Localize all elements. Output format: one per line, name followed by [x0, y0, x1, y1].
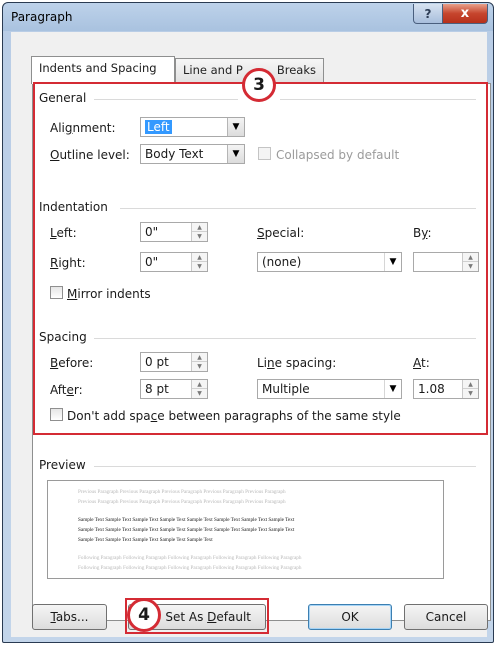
outline-level-value: Body Text — [145, 147, 204, 161]
section-general-heading: General — [39, 91, 87, 105]
dont-add-space-label: Don't add space between paragraphs of th… — [67, 409, 401, 423]
spin-up-icon[interactable]: ▲ — [192, 380, 207, 389]
left-indent-value: 0" — [145, 225, 159, 239]
line-spacing-dropdown[interactable]: Multiple ▼ — [257, 379, 402, 399]
at-spinner[interactable]: 1.08 ▲ ▼ — [413, 379, 479, 399]
section-divider — [94, 99, 238, 100]
close-icon: x — [460, 6, 470, 21]
tab-label-left: Line and P — [183, 63, 243, 77]
chevron-down-icon[interactable]: ▼ — [384, 253, 401, 271]
dont-add-space-checkbox[interactable] — [50, 408, 63, 421]
outline-level-dropdown[interactable]: Body Text ▼ — [140, 144, 245, 164]
spin-down-icon[interactable]: ▼ — [192, 262, 207, 271]
right-indent-spinner[interactable]: 0" ▲ ▼ — [140, 252, 208, 272]
spinner-arrows[interactable]: ▲ ▼ — [191, 353, 207, 371]
spinner-arrows[interactable]: ▲ ▼ — [191, 380, 207, 398]
step-marker-4: 4 — [127, 598, 161, 632]
preview-previous-line: Previous Paragraph Previous Paragraph Pr… — [78, 499, 286, 505]
section-divider — [280, 99, 476, 100]
dialog-title: Paragraph — [11, 10, 73, 24]
collapsed-by-default-label: Collapsed by default — [276, 148, 400, 162]
ok-button[interactable]: OK — [308, 604, 392, 630]
space-after-value: 8 pt — [145, 382, 169, 396]
space-before-label: Before: — [50, 356, 94, 370]
section-divider — [94, 466, 476, 467]
section-divider — [94, 338, 476, 339]
spin-up-icon[interactable]: ▲ — [463, 380, 478, 389]
paragraph-preview: Previous Paragraph Previous Paragraph Pr… — [47, 480, 444, 579]
chevron-down-icon[interactable]: ▼ — [227, 118, 244, 136]
spin-down-icon[interactable]: ▼ — [192, 389, 207, 398]
preview-sample-line: Sample Text Sample Text Sample Text Samp… — [78, 527, 295, 533]
close-button[interactable]: x — [442, 4, 488, 24]
outline-level-label: Outline level: — [50, 148, 130, 162]
help-button[interactable]: ? — [413, 4, 443, 24]
title-bar[interactable]: Paragraph ? x — [3, 3, 493, 31]
space-before-spinner[interactable]: 0 pt ▲ ▼ — [140, 352, 208, 372]
chevron-down-icon[interactable]: ▼ — [227, 145, 244, 163]
spin-up-icon[interactable]: ▲ — [463, 253, 478, 262]
spin-up-icon[interactable]: ▲ — [192, 253, 207, 262]
at-value: 1.08 — [418, 382, 445, 396]
by-spinner[interactable]: ▲ ▼ — [413, 252, 479, 272]
tab-label-right: Breaks — [276, 63, 316, 77]
spin-up-icon[interactable]: ▲ — [192, 223, 207, 232]
spin-up-icon[interactable]: ▲ — [192, 353, 207, 362]
mirror-indents-checkbox[interactable] — [50, 286, 63, 299]
at-label: At: — [413, 356, 430, 370]
special-dropdown[interactable]: (none) ▼ — [257, 252, 402, 272]
section-indentation-heading: Indentation — [39, 200, 108, 214]
step-number: 4 — [138, 605, 150, 625]
preview-following-line: Following Paragraph Following Paragraph … — [78, 565, 302, 571]
ok-button-label: OK — [341, 610, 359, 624]
collapsed-by-default-checkbox[interactable] — [258, 147, 271, 160]
line-spacing-label: Line spacing: — [257, 356, 337, 370]
section-divider — [120, 208, 476, 209]
section-spacing-heading: Spacing — [39, 330, 87, 344]
spinner-arrows[interactable]: ▲ ▼ — [462, 253, 478, 271]
spinner-arrows[interactable]: ▲ ▼ — [462, 380, 478, 398]
cancel-button[interactable]: Cancel — [404, 604, 488, 630]
tabs-button-label: Tabs... — [50, 610, 89, 624]
line-spacing-value: Multiple — [262, 382, 310, 396]
left-indent-spinner[interactable]: 0" ▲ ▼ — [140, 222, 208, 242]
alignment-label: Alignment: — [50, 121, 116, 135]
special-value: (none) — [262, 255, 302, 269]
spin-down-icon[interactable]: ▼ — [463, 389, 478, 398]
spinner-arrows[interactable]: ▲ ▼ — [191, 253, 207, 271]
alignment-dropdown[interactable]: Left ▼ — [140, 117, 245, 137]
tab-indents-and-spacing[interactable]: Indents and Spacing — [31, 56, 175, 84]
chevron-down-icon[interactable]: ▼ — [384, 380, 401, 398]
section-preview-heading: Preview — [39, 458, 86, 472]
left-indent-label: Left: — [50, 226, 77, 240]
preview-previous-line: Previous Paragraph Previous Paragraph Pr… — [78, 489, 286, 495]
tab-label: Indents and Spacing — [39, 61, 157, 75]
space-before-value: 0 pt — [145, 355, 169, 369]
alignment-value: Left — [145, 120, 172, 134]
spin-down-icon[interactable]: ▼ — [192, 362, 207, 371]
step-number: 3 — [253, 75, 265, 95]
spinner-arrows[interactable]: ▲ ▼ — [191, 223, 207, 241]
space-after-label: After: — [50, 383, 83, 397]
by-label: By: — [413, 226, 432, 240]
preview-sample-line: Sample Text Sample Text Sample Text Samp… — [78, 537, 213, 543]
special-label: Special: — [257, 226, 305, 240]
cancel-button-label: Cancel — [425, 610, 467, 624]
help-icon: ? — [424, 6, 432, 21]
mirror-indents-label: Mirror indents — [67, 287, 151, 301]
tabs-button[interactable]: Tabs... — [32, 604, 107, 630]
spin-down-icon[interactable]: ▼ — [192, 232, 207, 241]
right-indent-value: 0" — [145, 255, 159, 269]
spin-down-icon[interactable]: ▼ — [463, 262, 478, 271]
space-after-spinner[interactable]: 8 pt ▲ ▼ — [140, 379, 208, 399]
preview-following-line: Following Paragraph Following Paragraph … — [78, 555, 302, 561]
set-as-default-label: Set As Default — [165, 610, 251, 624]
right-indent-label: Right: — [50, 256, 86, 270]
preview-sample-line: Sample Text Sample Text Sample Text Samp… — [78, 517, 295, 523]
step-marker-3: 3 — [242, 68, 276, 102]
